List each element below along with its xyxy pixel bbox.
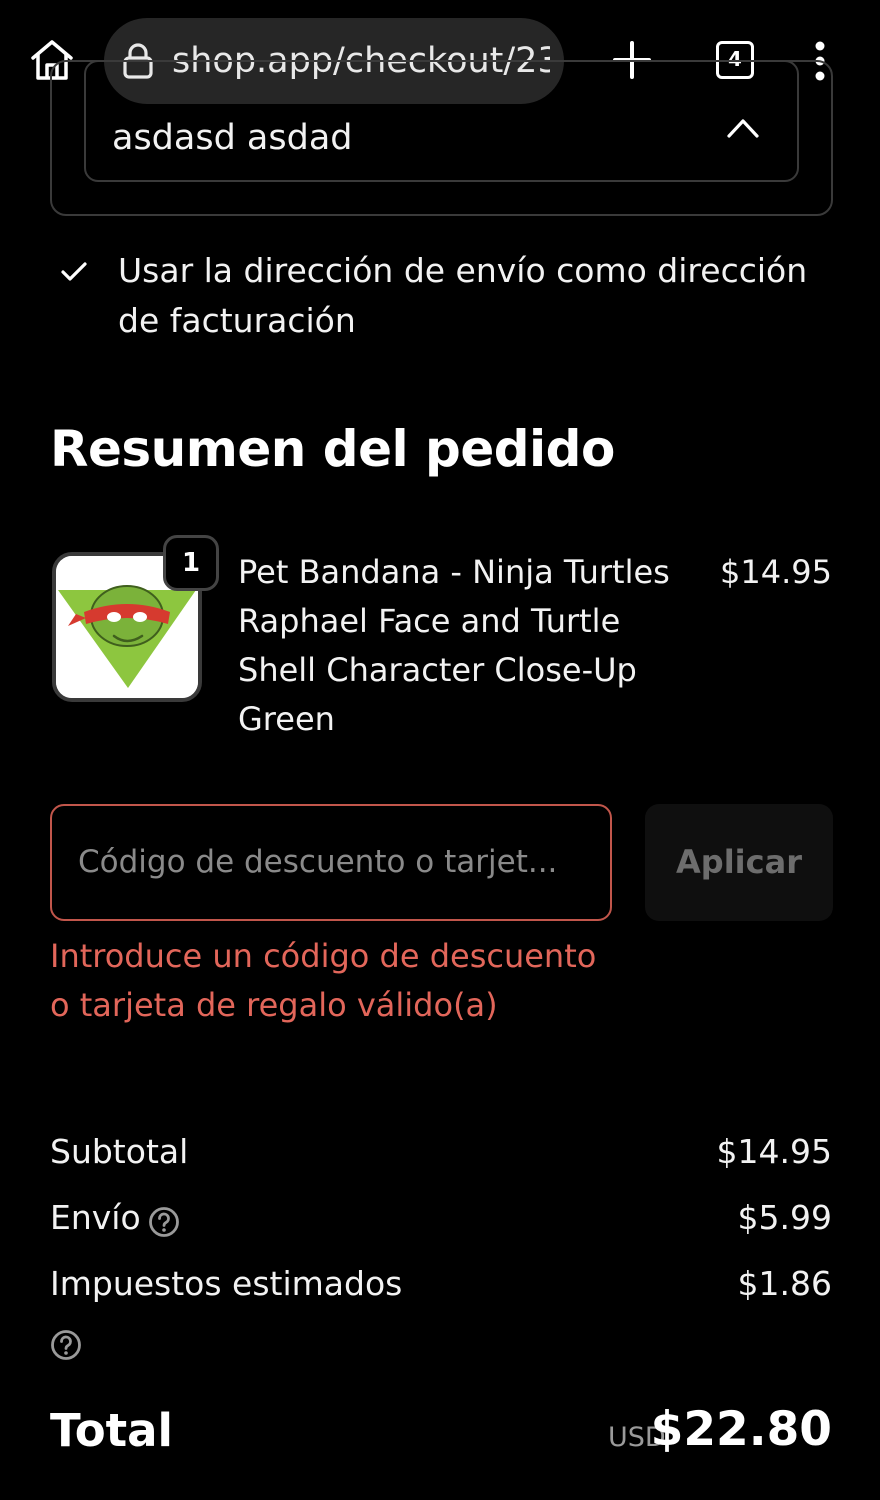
order-summary-title: Resumen del pedido	[50, 420, 615, 478]
total-value: $22.80	[650, 1402, 832, 1457]
subtotal-row: Subtotal $14.95	[50, 1130, 832, 1174]
checkmark-icon	[61, 262, 87, 281]
shipping-cost-value: $5.99	[737, 1198, 832, 1237]
apply-discount-button[interactable]: Aplicar	[645, 804, 833, 921]
taxes-value: $1.86	[737, 1264, 832, 1303]
discount-code-input[interactable]: Código de descuento o tarjet...	[50, 804, 612, 921]
taxes-label: Impuestos estimados	[50, 1264, 403, 1303]
taxes-help-icon[interactable]	[50, 1329, 82, 1361]
subtotal-value: $14.95	[716, 1132, 832, 1171]
shipping-help-icon[interactable]	[148, 1206, 180, 1238]
shipping-cost-label: Envío	[50, 1198, 141, 1237]
checkout-page: shop.app/checkout/23 4 asdasd asdad Usar…	[0, 0, 880, 1500]
quantity-badge: 1	[163, 535, 219, 591]
discount-error-message: Introduce un código de descuento o tarje…	[50, 937, 597, 1024]
product-name: Pet Bandana - Ninja Turtles Raphael Face…	[238, 553, 670, 738]
subtotal-label: Subtotal	[50, 1132, 189, 1171]
product-price: $14.95	[720, 553, 832, 591]
billing-same-as-shipping-label: Usar la dirección de envío como direcció…	[118, 251, 808, 340]
chevron-up-icon[interactable]	[726, 114, 760, 140]
taxes-row: Impuestos estimados $1.86	[50, 1262, 832, 1306]
total-label: Total	[50, 1404, 173, 1457]
name-field-value: asdasd asdad	[112, 118, 353, 158]
